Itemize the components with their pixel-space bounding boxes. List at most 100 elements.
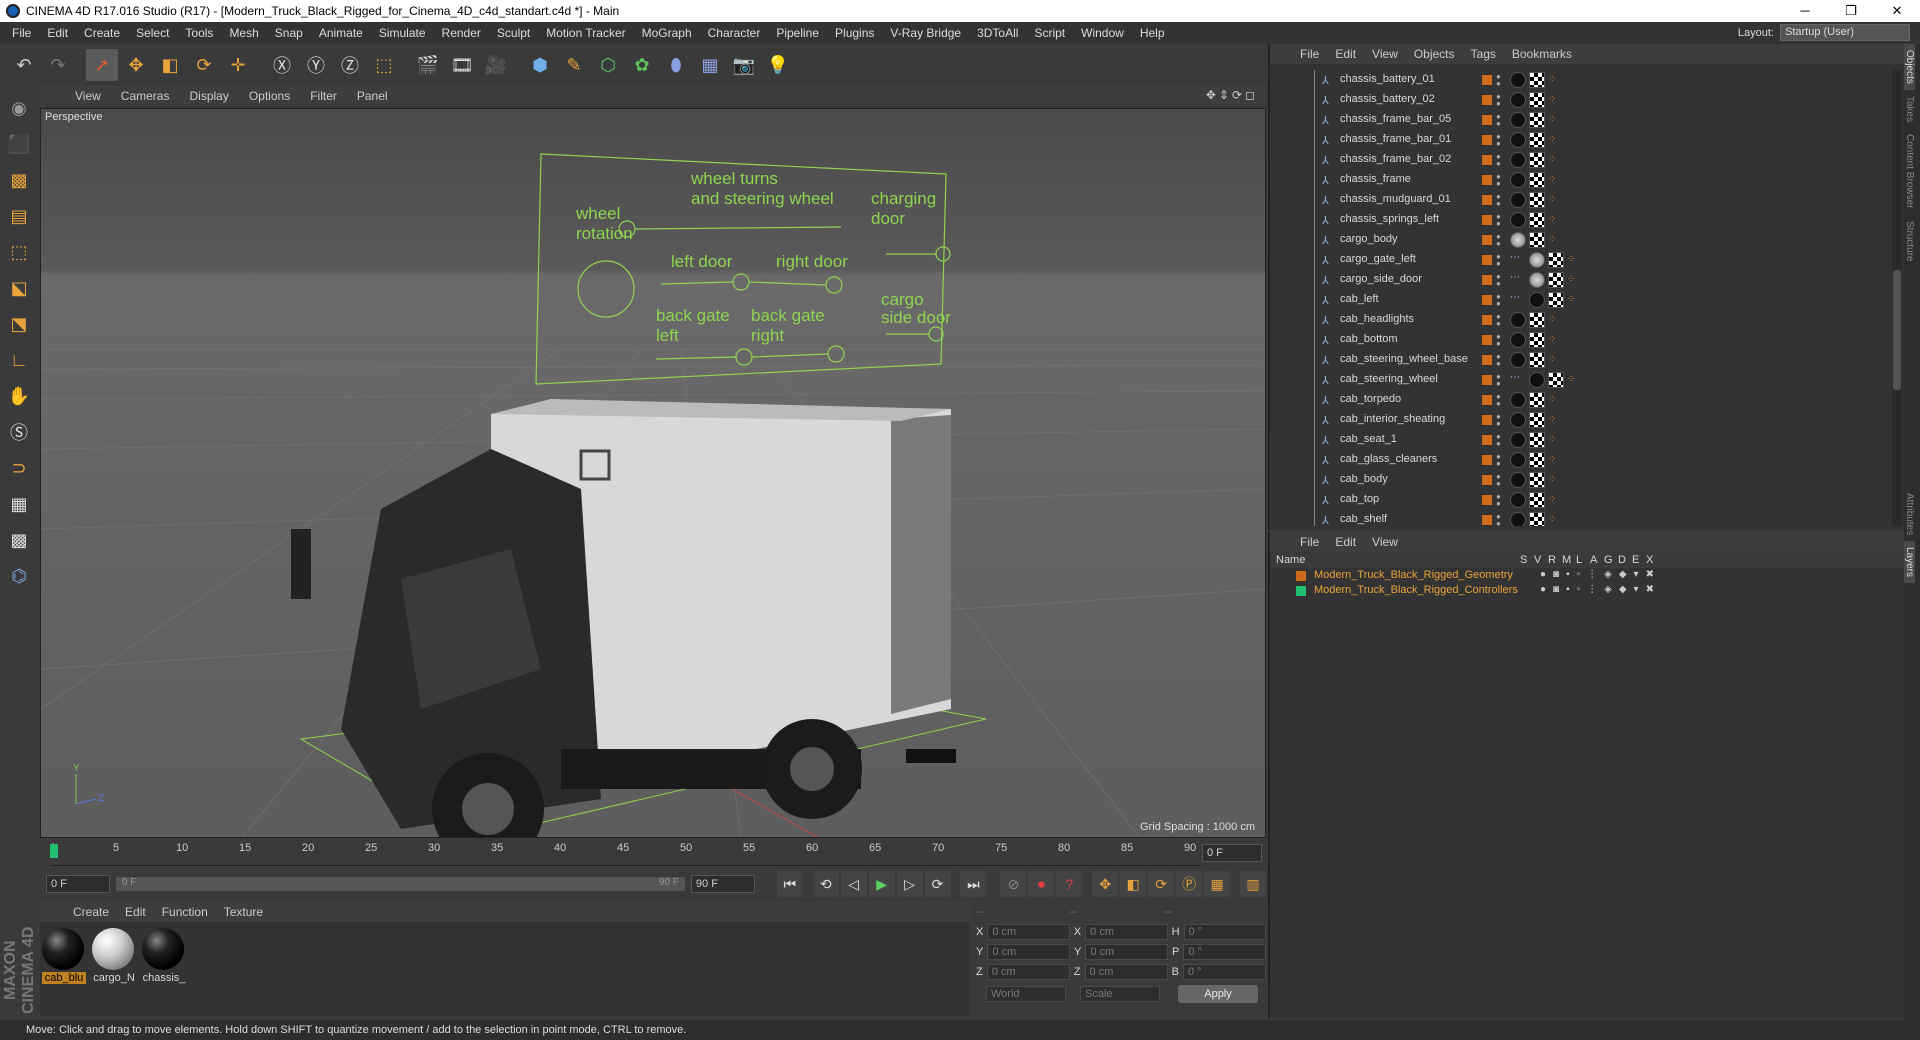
viewport-menu-display[interactable]: Display <box>179 89 238 103</box>
object-row[interactable]: ⅄ cab_steering_wheel ● ● ⋯ ⁘ <box>1270 370 1890 390</box>
material-tag-icon[interactable] <box>1529 272 1545 288</box>
layer-color-swatch[interactable] <box>1482 155 1492 165</box>
cloner-icon[interactable]: ✿ <box>626 49 658 81</box>
menu-select[interactable]: Select <box>128 26 177 40</box>
previous-key-icon[interactable]: ⟲ <box>812 871 839 897</box>
visibility-dots[interactable]: ● ● <box>1496 193 1501 208</box>
layer-row[interactable]: Modern_Truck_Black_Rigged_Controllers ●◙▪… <box>1270 583 1904 598</box>
layer-color-swatch[interactable] <box>1296 586 1306 596</box>
z-axis-icon[interactable]: Ⓩ <box>334 49 366 81</box>
protection-tag-icon[interactable]: ⁘ <box>1548 112 1564 128</box>
layer-color-swatch[interactable] <box>1482 195 1492 205</box>
go-to-end-icon[interactable]: ⏭ <box>960 871 987 897</box>
material-tag-icon[interactable] <box>1510 92 1526 108</box>
protection-tag-icon[interactable]: ⁘ <box>1548 492 1564 508</box>
object-row[interactable]: ⅄ cab_steering_wheel_base ● ● ⁘ <box>1270 350 1890 370</box>
texture-tag-icon[interactable] <box>1529 72 1545 88</box>
coord-size-field[interactable]: 0 cm <box>1084 964 1168 980</box>
rotate-icon[interactable]: ⟳ <box>188 49 220 81</box>
texture-tag-icon[interactable] <box>1529 112 1545 128</box>
texture-tag-icon[interactable] <box>1529 392 1545 408</box>
layer-menu-edit[interactable]: Edit <box>1327 535 1364 549</box>
camera-icon[interactable]: 📷 <box>728 49 760 81</box>
visibility-dots[interactable]: ● ● <box>1496 473 1501 488</box>
magnet-icon[interactable]: ⊃ <box>3 452 35 484</box>
coordinate-system-icon[interactable]: ⬚ <box>368 49 400 81</box>
protection-tag-icon[interactable]: ⁘ <box>1567 252 1583 268</box>
model-mode-icon[interactable]: ⬛ <box>3 128 35 160</box>
edges-mode-icon[interactable]: ⬕ <box>3 272 35 304</box>
visibility-dots[interactable]: ● ● <box>1496 393 1501 408</box>
constraint-tag-icon[interactable]: ⋯ <box>1510 252 1526 268</box>
object-row[interactable]: ⅄ cab_shelf ● ● ⁘ <box>1270 510 1890 526</box>
visibility-dots[interactable]: ● ● <box>1496 133 1501 148</box>
layer-color-swatch[interactable] <box>1482 415 1492 425</box>
protection-tag-icon[interactable]: ⁘ <box>1548 172 1564 188</box>
object-row[interactable]: ⅄ chassis_frame_bar_02 ● ● ⁘ <box>1270 150 1890 170</box>
visibility-dots[interactable]: ● ● <box>1496 453 1501 468</box>
coord-position-field[interactable]: 0 cm <box>987 924 1070 940</box>
material-tag-icon[interactable] <box>1510 312 1526 328</box>
coord-rotation-field[interactable]: 0 ° <box>1183 924 1266 940</box>
menu-create[interactable]: Create <box>76 26 128 40</box>
menu-mesh[interactable]: Mesh <box>221 26 266 40</box>
material-menu-edit[interactable]: Edit <box>117 905 154 919</box>
visibility-dots[interactable]: ● ● <box>1496 313 1501 328</box>
material-tag-icon[interactable] <box>1510 492 1526 508</box>
live-selection-icon[interactable]: ➚ <box>86 49 118 81</box>
object-row[interactable]: ⅄ chassis_frame_bar_05 ● ● ⁘ <box>1270 110 1890 130</box>
y-axis-icon[interactable]: Ⓨ <box>300 49 332 81</box>
menu-mograph[interactable]: MoGraph <box>634 26 700 40</box>
visibility-dots[interactable]: ● ● <box>1496 273 1501 288</box>
playhead[interactable] <box>50 844 58 858</box>
layer-color-swatch[interactable] <box>1482 455 1492 465</box>
protection-tag-icon[interactable]: ⁘ <box>1548 312 1564 328</box>
material-tag-icon[interactable] <box>1510 412 1526 428</box>
texture-mode-icon[interactable]: ▩ <box>3 164 35 196</box>
material-tag-icon[interactable] <box>1510 212 1526 228</box>
protection-tag-icon[interactable]: ⁘ <box>1567 272 1583 288</box>
layer-color-swatch[interactable] <box>1482 335 1492 345</box>
current-frame-field[interactable]: 0 F <box>1202 844 1262 862</box>
protection-tag-icon[interactable]: ⁘ <box>1548 472 1564 488</box>
side-tab-takes[interactable]: Takes <box>1904 90 1915 128</box>
autokey-icon[interactable]: ? <box>1056 871 1083 897</box>
protection-tag-icon[interactable]: ⁘ <box>1548 72 1564 88</box>
material-tag-icon[interactable] <box>1510 192 1526 208</box>
material-tag-icon[interactable] <box>1529 292 1545 308</box>
menu-window[interactable]: Window <box>1073 26 1132 40</box>
close-button[interactable]: ✕ <box>1874 0 1920 22</box>
protection-tag-icon[interactable]: ⁘ <box>1548 392 1564 408</box>
layer-color-swatch[interactable] <box>1482 175 1492 185</box>
timeline-ticks[interactable]: 051015202530354045505560657075808590 <box>50 842 1200 866</box>
object-menu-tags[interactable]: Tags <box>1463 47 1504 61</box>
object-menu-file[interactable]: File <box>1292 47 1327 61</box>
layer-color-swatch[interactable] <box>1482 475 1492 485</box>
material-item[interactable]: cab_blu <box>42 928 86 984</box>
polygons-mode-icon[interactable]: ⬔ <box>3 308 35 340</box>
protection-tag-icon[interactable]: ⁘ <box>1548 352 1564 368</box>
material-tag-icon[interactable] <box>1510 352 1526 368</box>
visibility-dots[interactable]: ● ● <box>1496 433 1501 448</box>
object-menu-objects[interactable]: Objects <box>1406 47 1463 61</box>
layer-color-swatch[interactable] <box>1482 395 1492 405</box>
texture-tag-icon[interactable] <box>1529 512 1545 526</box>
key-param-icon[interactable]: Ⓟ <box>1176 871 1203 897</box>
layer-color-swatch[interactable] <box>1482 355 1492 365</box>
object-row[interactable]: ⅄ chassis_frame_bar_01 ● ● ⁘ <box>1270 130 1890 150</box>
material-menu-function[interactable]: Function <box>154 905 216 919</box>
material-item[interactable]: chassis_ <box>142 928 186 984</box>
texture-tag-icon[interactable] <box>1529 192 1545 208</box>
menu-script[interactable]: Script <box>1026 26 1073 40</box>
visibility-dots[interactable]: ● ● <box>1496 513 1501 527</box>
visibility-dots[interactable]: ● ● <box>1496 233 1501 248</box>
object-row[interactable]: ⅄ cab_left ● ● ⋯ ⁘ <box>1270 290 1890 310</box>
material-tag-icon[interactable] <box>1510 512 1526 526</box>
layer-color-swatch[interactable] <box>1482 495 1492 505</box>
object-row[interactable]: ⅄ chassis_springs_left ● ● ⁘ <box>1270 210 1890 230</box>
layer-color-swatch[interactable] <box>1482 135 1492 145</box>
x-axis-icon[interactable]: Ⓧ <box>266 49 298 81</box>
material-menu-texture[interactable]: Texture <box>216 905 271 919</box>
object-scrollbar[interactable] <box>1892 70 1902 526</box>
material-tag-icon[interactable] <box>1510 112 1526 128</box>
